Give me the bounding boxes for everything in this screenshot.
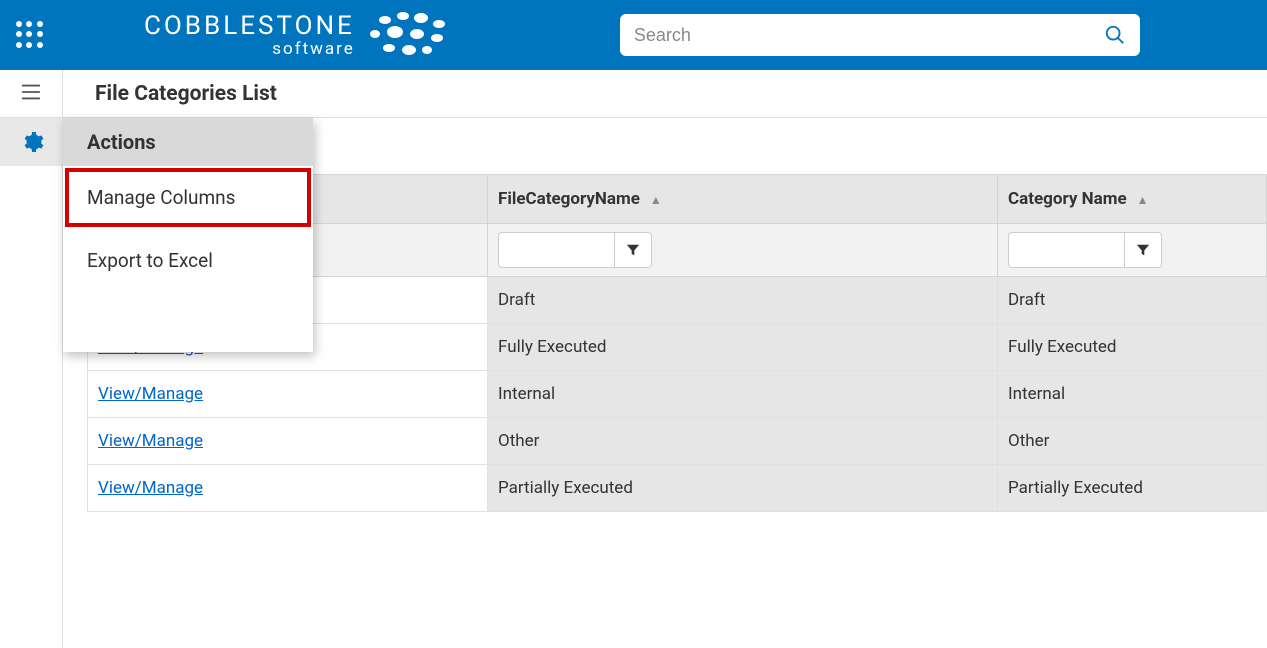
logo-sub-text: software <box>144 41 355 58</box>
logo-graphic <box>365 10 465 60</box>
page-title: File Categories List <box>95 82 277 106</box>
cell-categoryname: Partially Executed <box>998 465 1267 512</box>
actions-item-manage-columns[interactable]: Manage Columns <box>63 166 313 229</box>
table-row: View/Manage InternalInternal <box>88 371 1267 418</box>
filter-icon <box>1136 243 1150 257</box>
page-header: File Categories List <box>0 70 1267 118</box>
cell-filecategoryname: Other <box>488 418 998 465</box>
cell-categoryname: Fully Executed <box>998 324 1267 371</box>
view-manage-link[interactable]: View/Manage <box>98 478 203 498</box>
left-rail <box>0 118 63 648</box>
cell-filecategoryname: Internal <box>488 371 998 418</box>
cell-categoryname: Internal <box>998 371 1267 418</box>
view-manage-link[interactable]: View/Manage <box>98 384 203 404</box>
actions-panel: Actions Manage ColumnsExport to Excel <box>63 118 313 352</box>
view-manage-link[interactable]: View/Manage <box>98 431 203 451</box>
gear-icon <box>20 130 44 154</box>
action-cell: View/Manage <box>88 371 488 418</box>
global-search[interactable] <box>620 14 1140 56</box>
cell-filecategoryname: Draft <box>488 277 998 324</box>
sort-asc-icon: ▲ <box>650 193 662 207</box>
logo: COBBLESTONE software <box>144 10 465 60</box>
cell-categoryname: Draft <box>998 277 1267 324</box>
settings-gear-button[interactable] <box>0 118 63 166</box>
logo-main-text: COBBLESTONE <box>144 13 355 39</box>
action-cell: View/Manage <box>88 418 488 465</box>
hamburger-menu-icon[interactable] <box>19 81 43 107</box>
search-input[interactable] <box>634 25 1104 46</box>
table-row: View/Manage OtherOther <box>88 418 1267 465</box>
content-area: Actions Manage ColumnsExport to Excel Fi… <box>63 118 1267 648</box>
column-header-categoryname[interactable]: Category Name▲ <box>998 175 1267 224</box>
table-row: View/Manage Partially ExecutedPartially E… <box>88 465 1267 512</box>
filter-button-categoryname[interactable] <box>1124 232 1162 268</box>
sort-asc-icon: ▲ <box>1137 193 1149 207</box>
filter-button-filecategoryname[interactable] <box>614 232 652 268</box>
actions-panel-header: Actions <box>63 118 313 166</box>
filter-input-categoryname[interactable] <box>1008 232 1124 268</box>
cell-filecategoryname: Fully Executed <box>488 324 998 371</box>
search-icon[interactable] <box>1104 24 1126 46</box>
cell-categoryname: Other <box>998 418 1267 465</box>
actions-item-export-to-excel[interactable]: Export to Excel <box>63 229 313 292</box>
filter-cell-categoryname <box>998 224 1267 277</box>
filter-icon <box>626 243 640 257</box>
column-header-filecategoryname[interactable]: FileCategoryName▲ <box>488 175 998 224</box>
filter-cell-filecategoryname <box>488 224 998 277</box>
action-cell: View/Manage <box>88 465 488 512</box>
topbar: COBBLESTONE software <box>0 0 1267 70</box>
apps-menu-icon[interactable] <box>16 21 44 49</box>
filter-input-filecategoryname[interactable] <box>498 232 614 268</box>
cell-filecategoryname: Partially Executed <box>488 465 998 512</box>
